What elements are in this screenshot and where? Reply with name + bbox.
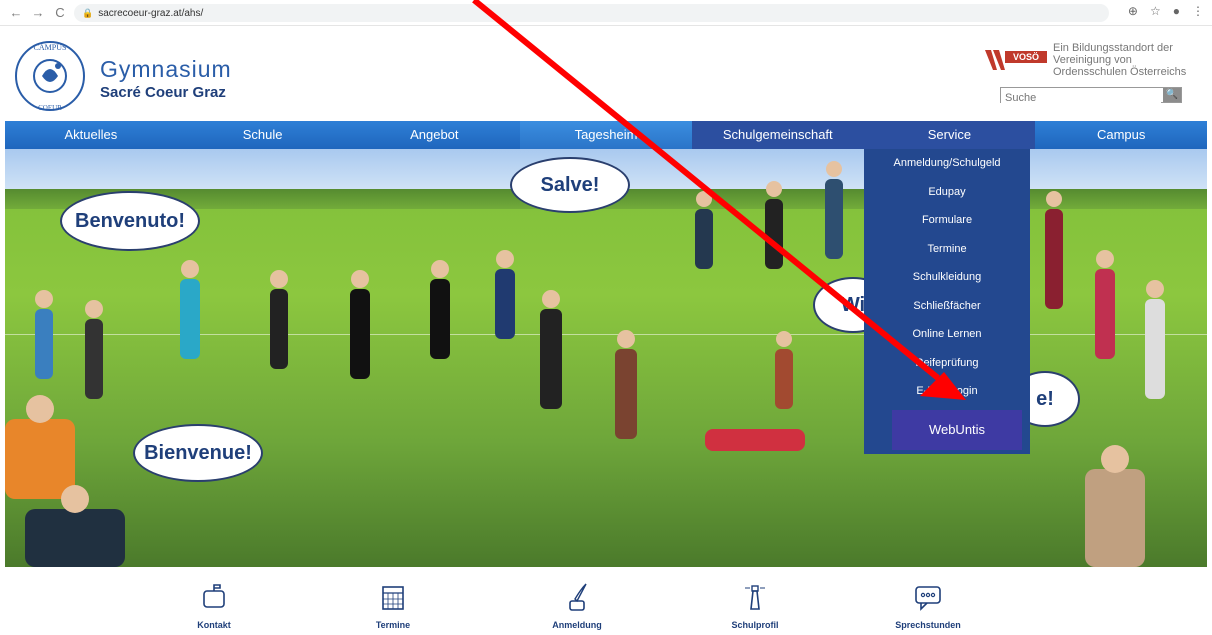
voso-line-1: Ein Bildungsstandort der [1053,42,1173,54]
quick-link-schulprofil[interactable]: Schulprofil [705,581,805,630]
bubble-benvenuto: Benvenuto! [60,191,200,251]
back-icon[interactable]: ← [8,5,24,21]
bubble-salve: Salve! [510,157,630,213]
voso-tagline: Ein Bildungsstandort der Vereinigung von… [1053,42,1186,78]
svg-text:CAMPUS: CAMPUS [34,43,67,52]
school-title: Gymnasium [100,56,232,82]
forward-icon[interactable]: → [30,5,46,21]
nav-item-angebot[interactable]: Angebot [348,121,520,149]
main-nav: Aktuelles Schule Angebot Tagesheim Schul… [5,121,1207,149]
lock-icon: 🔒 [82,7,94,18]
bubble-bienvenue: Bienvenue! [133,424,263,482]
menu-item-email-login[interactable]: E-Mail Login [864,377,1030,406]
svg-text:VOSÖ: VOSÖ [1013,52,1039,62]
address-bar[interactable]: 🔒 sacrecoeur-graz.at/ahs/ [74,4,1109,22]
quick-link-label: Kontakt [197,620,231,630]
quick-link-label: Anmeldung [552,620,602,630]
menu-item-termine[interactable]: Termine [864,235,1030,264]
quick-link-label: Termine [375,620,411,630]
site-header: CAMPUS COEUR Gymnasium Sacré Coeur Graz … [0,26,1212,120]
menu-dots-icon[interactable]: ⋮ [1192,4,1204,18]
zoom-icon[interactable]: ⊕ [1128,4,1138,18]
bookmark-star-icon[interactable]: ☆ [1150,4,1161,18]
quick-link-kontakt[interactable]: Kontakt [164,581,264,630]
url-text: sacrecoeur-graz.at/ahs/ [98,7,204,19]
nav-item-aktuelles[interactable]: Aktuelles [5,121,177,149]
browser-toolbar: ← → C 🔒 sacrecoeur-graz.at/ahs/ ⊕ ☆ ● ⋮ [0,0,1212,26]
campus-seal-logo[interactable]: CAMPUS COEUR [12,38,88,114]
menu-item-edupay[interactable]: Edupay [864,178,1030,207]
quick-link-termine[interactable]: Termine [343,581,443,630]
quick-link-anmeldung[interactable]: Anmeldung [527,581,627,630]
quick-link-label: Sprechstunden [895,620,961,630]
search-input[interactable] [1001,91,1161,105]
menu-item-anmeldung-schulgeld[interactable]: Anmeldung/Schulgeld [864,149,1030,178]
search-box: 🔍 [1000,87,1182,105]
menu-item-schliessfaecher[interactable]: Schließfächer [864,292,1030,321]
nav-item-service[interactable]: Service [863,121,1036,149]
voso-logo[interactable]: VOSÖ [985,46,1049,72]
svg-text:COEUR: COEUR [38,104,62,112]
nav-item-campus[interactable]: Campus [1035,121,1207,149]
lighthouse-icon [745,585,765,610]
menu-item-webuntis[interactable]: WebUntis [892,409,1022,450]
nav-item-schulgemeinschaft[interactable]: Schulgemeinschaft [691,121,864,149]
school-subtitle: Sacré Coeur Graz [100,84,226,101]
nav-item-schule[interactable]: Schule [177,121,349,149]
mailbox-icon [203,584,225,608]
menu-item-formulare[interactable]: Formulare [864,206,1030,235]
quill-inkpot-icon [569,583,587,611]
profile-icon[interactable]: ● [1173,4,1180,18]
voso-line-2: Vereinigung von [1053,54,1132,66]
quick-link-sprechstunden[interactable]: Sprechstunden [878,581,978,630]
menu-item-reifepruefung[interactable]: Reifeprüfung [864,349,1030,378]
quick-link-label: Schulprofil [731,620,779,630]
calendar-icon [382,586,404,610]
voso-line-3: Ordensschulen Österreichs [1053,66,1187,78]
school-name[interactable]: Gymnasium Sacré Coeur Graz [100,56,232,101]
nav-item-tagesheim[interactable]: Tagesheim [520,121,692,149]
chat-bubble-icon [915,586,941,611]
menu-item-schulkleidung[interactable]: Schulkleidung [864,263,1030,292]
menu-item-online-lernen[interactable]: Online Lernen [864,320,1030,349]
quick-links: Kontakt Termine Anmeldung Schulprofil Sp… [0,567,1212,635]
reload-icon[interactable]: C [52,5,68,21]
service-dropdown: Anmeldung/Schulgeld Edupay Formulare Ter… [864,149,1030,454]
search-icon[interactable]: 🔍 [1163,88,1181,102]
